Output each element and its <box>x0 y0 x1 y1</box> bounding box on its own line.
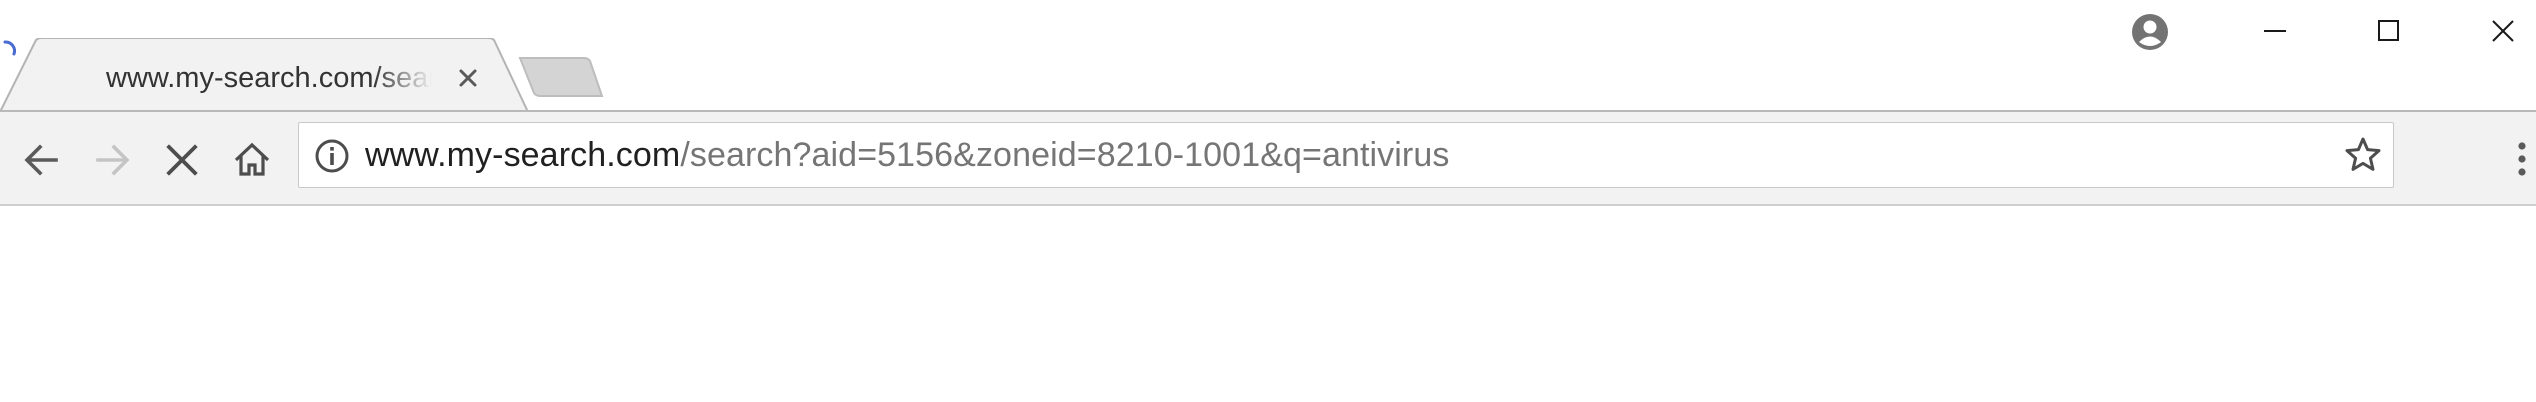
stop-button[interactable] <box>154 132 210 188</box>
back-arrow-icon <box>24 144 58 176</box>
info-icon[interactable] <box>313 137 351 175</box>
minimize-button[interactable] <box>2216 0 2332 62</box>
stop-icon <box>166 144 198 176</box>
star-icon[interactable] <box>2343 135 2383 175</box>
toolbar: www.my-search.com/search?aid=5156&zoneid… <box>0 112 2536 206</box>
tab-title: www.my-search.com/search?aid=5156&zoneid… <box>106 62 432 94</box>
home-icon <box>234 142 270 176</box>
url-host: www.my-search.com <box>365 136 681 174</box>
url-path: /search?aid=5156&zoneid=8210-1001&q=anti… <box>680 136 1450 174</box>
maximize-button[interactable] <box>2332 0 2448 62</box>
avatar-icon <box>2132 14 2168 50</box>
menu-button[interactable] <box>2508 132 2536 188</box>
active-tab[interactable]: www.my-search.com/search?aid=5156&zoneid… <box>0 38 540 114</box>
new-tab-button[interactable] <box>516 56 606 100</box>
loading-throbber-icon <box>3 40 16 56</box>
close-icon <box>459 69 477 87</box>
title-bar: www.my-search.com/search?aid=5156&zoneid… <box>0 0 2536 114</box>
tab-close-button[interactable] <box>450 60 486 96</box>
forward-arrow-icon <box>96 144 130 176</box>
profile-button[interactable] <box>2128 10 2172 54</box>
minimize-icon <box>2264 30 2286 32</box>
window-close-button[interactable] <box>2448 0 2536 62</box>
forward-button[interactable] <box>84 132 140 188</box>
page-content <box>0 206 2536 402</box>
more-vert-icon <box>2518 142 2526 176</box>
close-icon <box>2492 20 2514 42</box>
url-text[interactable]: www.my-search.com/search?aid=5156&zoneid… <box>365 123 1449 187</box>
maximize-icon <box>2378 20 2399 41</box>
address-bar[interactable]: www.my-search.com/search?aid=5156&zoneid… <box>298 122 2394 188</box>
new-tab-icon <box>518 57 604 97</box>
home-button[interactable] <box>224 132 280 188</box>
back-button[interactable] <box>14 132 70 188</box>
